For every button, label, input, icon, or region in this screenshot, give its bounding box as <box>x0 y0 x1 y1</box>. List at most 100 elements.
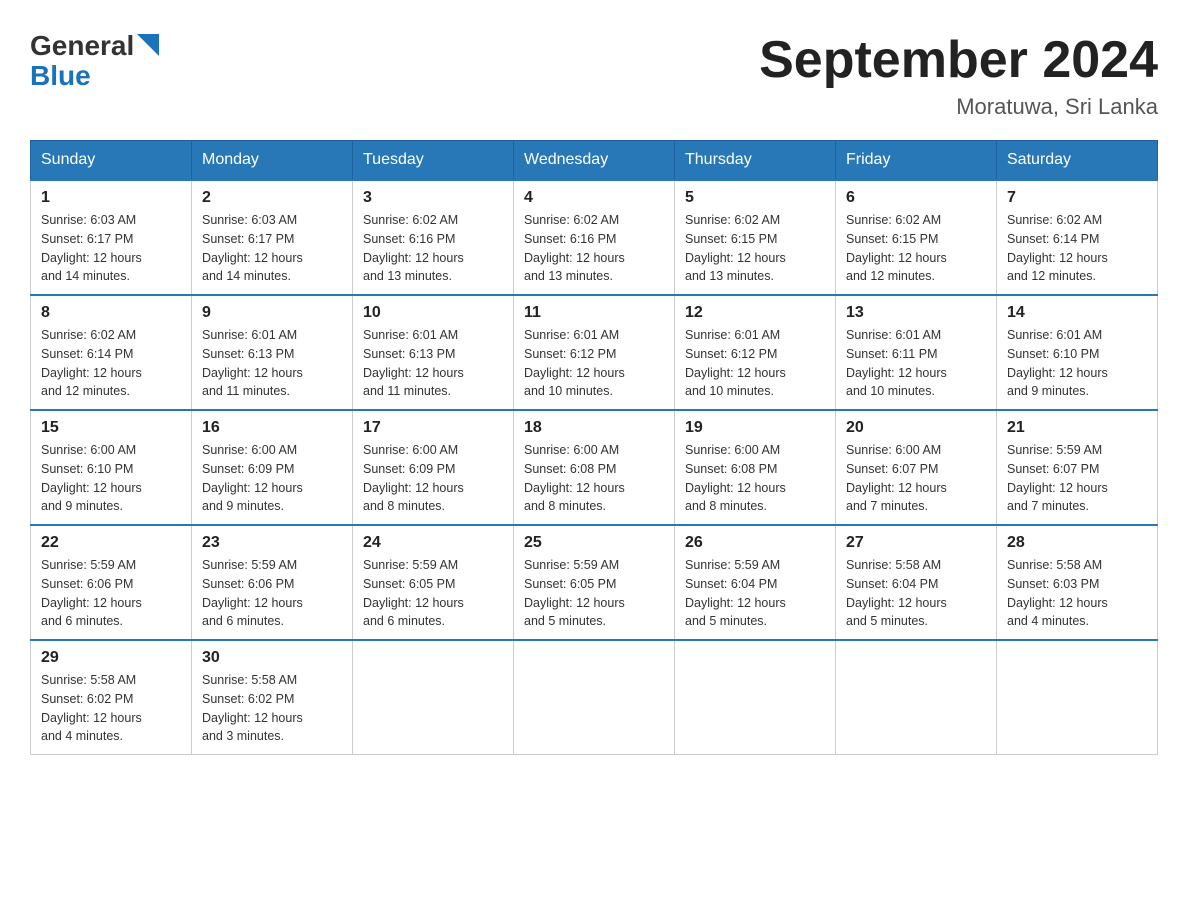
week-row-1: 1 Sunrise: 6:03 AMSunset: 6:17 PMDaylight… <box>31 180 1158 295</box>
day-number: 9 <box>202 304 342 322</box>
day-number: 26 <box>685 534 825 552</box>
calendar-cell: 25 Sunrise: 5:59 AMSunset: 6:05 PMDayligh… <box>514 525 675 640</box>
calendar-cell <box>514 640 675 755</box>
calendar-table: SundayMondayTuesdayWednesdayThursdayFrid… <box>30 140 1158 755</box>
day-info: Sunrise: 5:59 AMSunset: 6:06 PMDaylight:… <box>202 556 342 631</box>
logo-blue: Blue <box>30 60 91 92</box>
day-number: 7 <box>1007 189 1147 207</box>
calendar-cell <box>997 640 1158 755</box>
day-number: 28 <box>1007 534 1147 552</box>
calendar-cell: 23 Sunrise: 5:59 AMSunset: 6:06 PMDayligh… <box>192 525 353 640</box>
day-number: 18 <box>524 419 664 437</box>
day-number: 3 <box>363 189 503 207</box>
day-info: Sunrise: 5:58 AMSunset: 6:04 PMDaylight:… <box>846 556 986 631</box>
day-info: Sunrise: 6:03 AMSunset: 6:17 PMDaylight:… <box>41 211 181 286</box>
day-number: 15 <box>41 419 181 437</box>
day-number: 12 <box>685 304 825 322</box>
day-number: 24 <box>363 534 503 552</box>
calendar-cell: 14 Sunrise: 6:01 AMSunset: 6:10 PMDayligh… <box>997 295 1158 410</box>
page-header: General Blue September 2024 Moratuwa, Sr… <box>30 30 1158 120</box>
calendar-cell: 4Sunrise: 6:02 AMSunset: 6:16 PMDaylight… <box>514 180 675 295</box>
weekday-header-saturday: Saturday <box>997 141 1158 181</box>
day-number: 16 <box>202 419 342 437</box>
day-number: 2 <box>202 189 342 207</box>
calendar-cell: 29Sunrise: 5:58 AMSunset: 6:02 PMDayligh… <box>31 640 192 755</box>
day-info: Sunrise: 6:01 AMSunset: 6:10 PMDaylight:… <box>1007 326 1147 401</box>
calendar-cell: 6 Sunrise: 6:02 AMSunset: 6:15 PMDaylight… <box>836 180 997 295</box>
day-number: 23 <box>202 534 342 552</box>
day-info: Sunrise: 6:01 AMSunset: 6:12 PMDaylight:… <box>685 326 825 401</box>
title-section: September 2024 Moratuwa, Sri Lanka <box>759 30 1158 120</box>
calendar-cell: 9Sunrise: 6:01 AMSunset: 6:13 PMDaylight… <box>192 295 353 410</box>
week-row-3: 15 Sunrise: 6:00 AMSunset: 6:10 PMDayligh… <box>31 410 1158 525</box>
day-number: 13 <box>846 304 986 322</box>
day-number: 10 <box>363 304 503 322</box>
calendar-cell <box>836 640 997 755</box>
calendar-cell: 27 Sunrise: 5:58 AMSunset: 6:04 PMDayligh… <box>836 525 997 640</box>
calendar-cell <box>353 640 514 755</box>
main-title: September 2024 <box>759 30 1158 90</box>
day-info: Sunrise: 5:59 AMSunset: 6:05 PMDaylight:… <box>363 556 503 631</box>
weekday-header-wednesday: Wednesday <box>514 141 675 181</box>
calendar-cell: 11 Sunrise: 6:01 AMSunset: 6:12 PMDayligh… <box>514 295 675 410</box>
calendar-cell: 7 Sunrise: 6:02 AMSunset: 6:14 PMDaylight… <box>997 180 1158 295</box>
calendar-cell: 10 Sunrise: 6:01 AMSunset: 6:13 PMDayligh… <box>353 295 514 410</box>
calendar-cell: 8 Sunrise: 6:02 AMSunset: 6:14 PMDaylight… <box>31 295 192 410</box>
calendar-cell: 17 Sunrise: 6:00 AMSunset: 6:09 PMDayligh… <box>353 410 514 525</box>
day-number: 27 <box>846 534 986 552</box>
day-info: Sunrise: 6:01 AMSunset: 6:12 PMDaylight:… <box>524 326 664 401</box>
logo: General Blue <box>30 30 159 92</box>
calendar-cell: 30 Sunrise: 5:58 AMSunset: 6:02 PMDayligh… <box>192 640 353 755</box>
day-number: 8 <box>41 304 181 322</box>
day-info: Sunrise: 6:00 AMSunset: 6:09 PMDaylight:… <box>363 441 503 516</box>
day-info: Sunrise: 6:03 AMSunset: 6:17 PMDaylight:… <box>202 211 342 286</box>
week-row-5: 29 Sunrise: 5:58 AMSunset: 6:02 PMDayligh… <box>31 640 1158 755</box>
calendar-cell <box>675 640 836 755</box>
week-row-4: 22 Sunrise: 5:59 AMSunset: 6:06 PMDayligh… <box>31 525 1158 640</box>
day-info: Sunrise: 6:00 AMSunset: 6:10 PMDaylight:… <box>41 441 181 516</box>
day-info: Sunrise: 6:02 AMSunset: 6:14 PMDaylight:… <box>1007 211 1147 286</box>
calendar-cell: 1 Sunrise: 6:03 AMSunset: 6:17 PMDaylight… <box>31 180 192 295</box>
calendar-cell: 28 Sunrise: 5:58 AMSunset: 6:03 PMDayligh… <box>997 525 1158 640</box>
day-number: 19 <box>685 419 825 437</box>
day-number: 17 <box>363 419 503 437</box>
day-number: 29 <box>41 649 181 667</box>
calendar-cell: 12 Sunrise: 6:01 AMSunset: 6:12 PMDayligh… <box>675 295 836 410</box>
calendar-cell: 16 Sunrise: 6:00 AMSunset: 6:09 PMDayligh… <box>192 410 353 525</box>
calendar-cell: 5 Sunrise: 6:02 AMSunset: 6:15 PMDaylight… <box>675 180 836 295</box>
day-number: 14 <box>1007 304 1147 322</box>
day-number: 25 <box>524 534 664 552</box>
day-info: Sunrise: 6:02 AMSunset: 6:15 PMDaylight:… <box>846 211 986 286</box>
weekday-header-tuesday: Tuesday <box>353 141 514 181</box>
day-number: 5 <box>685 189 825 207</box>
calendar-cell: 22 Sunrise: 5:59 AMSunset: 6:06 PMDayligh… <box>31 525 192 640</box>
day-number: 20 <box>846 419 986 437</box>
calendar-cell: 19 Sunrise: 6:00 AMSunset: 6:08 PMDayligh… <box>675 410 836 525</box>
calendar-cell: 24 Sunrise: 5:59 AMSunset: 6:05 PMDayligh… <box>353 525 514 640</box>
day-info: Sunrise: 5:58 AMSunset: 6:02 PMDaylight:… <box>202 671 342 746</box>
logo-general: General <box>30 30 134 62</box>
calendar-cell: 2 Sunrise: 6:03 AMSunset: 6:17 PMDaylight… <box>192 180 353 295</box>
day-number: 22 <box>41 534 181 552</box>
calendar-cell: 15 Sunrise: 6:00 AMSunset: 6:10 PMDayligh… <box>31 410 192 525</box>
week-row-2: 8 Sunrise: 6:02 AMSunset: 6:14 PMDaylight… <box>31 295 1158 410</box>
day-number: 11 <box>524 304 664 322</box>
day-number: 21 <box>1007 419 1147 437</box>
logo-triangle-icon <box>137 34 159 56</box>
day-info: Sunrise: 6:02 AMSunset: 6:15 PMDaylight:… <box>685 211 825 286</box>
day-info: Sunrise: 5:58 AMSunset: 6:03 PMDaylight:… <box>1007 556 1147 631</box>
calendar-cell: 3Sunrise: 6:02 AMSunset: 6:16 PMDaylight… <box>353 180 514 295</box>
day-info: Sunrise: 6:00 AMSunset: 6:08 PMDaylight:… <box>685 441 825 516</box>
day-info: Sunrise: 6:00 AMSunset: 6:09 PMDaylight:… <box>202 441 342 516</box>
calendar-cell: 26Sunrise: 5:59 AMSunset: 6:04 PMDayligh… <box>675 525 836 640</box>
day-info: Sunrise: 5:59 AMSunset: 6:06 PMDaylight:… <box>41 556 181 631</box>
day-info: Sunrise: 6:00 AMSunset: 6:07 PMDaylight:… <box>846 441 986 516</box>
day-info: Sunrise: 5:59 AMSunset: 6:05 PMDaylight:… <box>524 556 664 631</box>
day-info: Sunrise: 6:02 AMSunset: 6:14 PMDaylight:… <box>41 326 181 401</box>
day-number: 6 <box>846 189 986 207</box>
day-info: Sunrise: 6:01 AMSunset: 6:13 PMDaylight:… <box>363 326 503 401</box>
weekday-header-monday: Monday <box>192 141 353 181</box>
day-number: 30 <box>202 649 342 667</box>
day-number: 1 <box>41 189 181 207</box>
day-info: Sunrise: 6:02 AMSunset: 6:16 PMDaylight:… <box>524 211 664 286</box>
